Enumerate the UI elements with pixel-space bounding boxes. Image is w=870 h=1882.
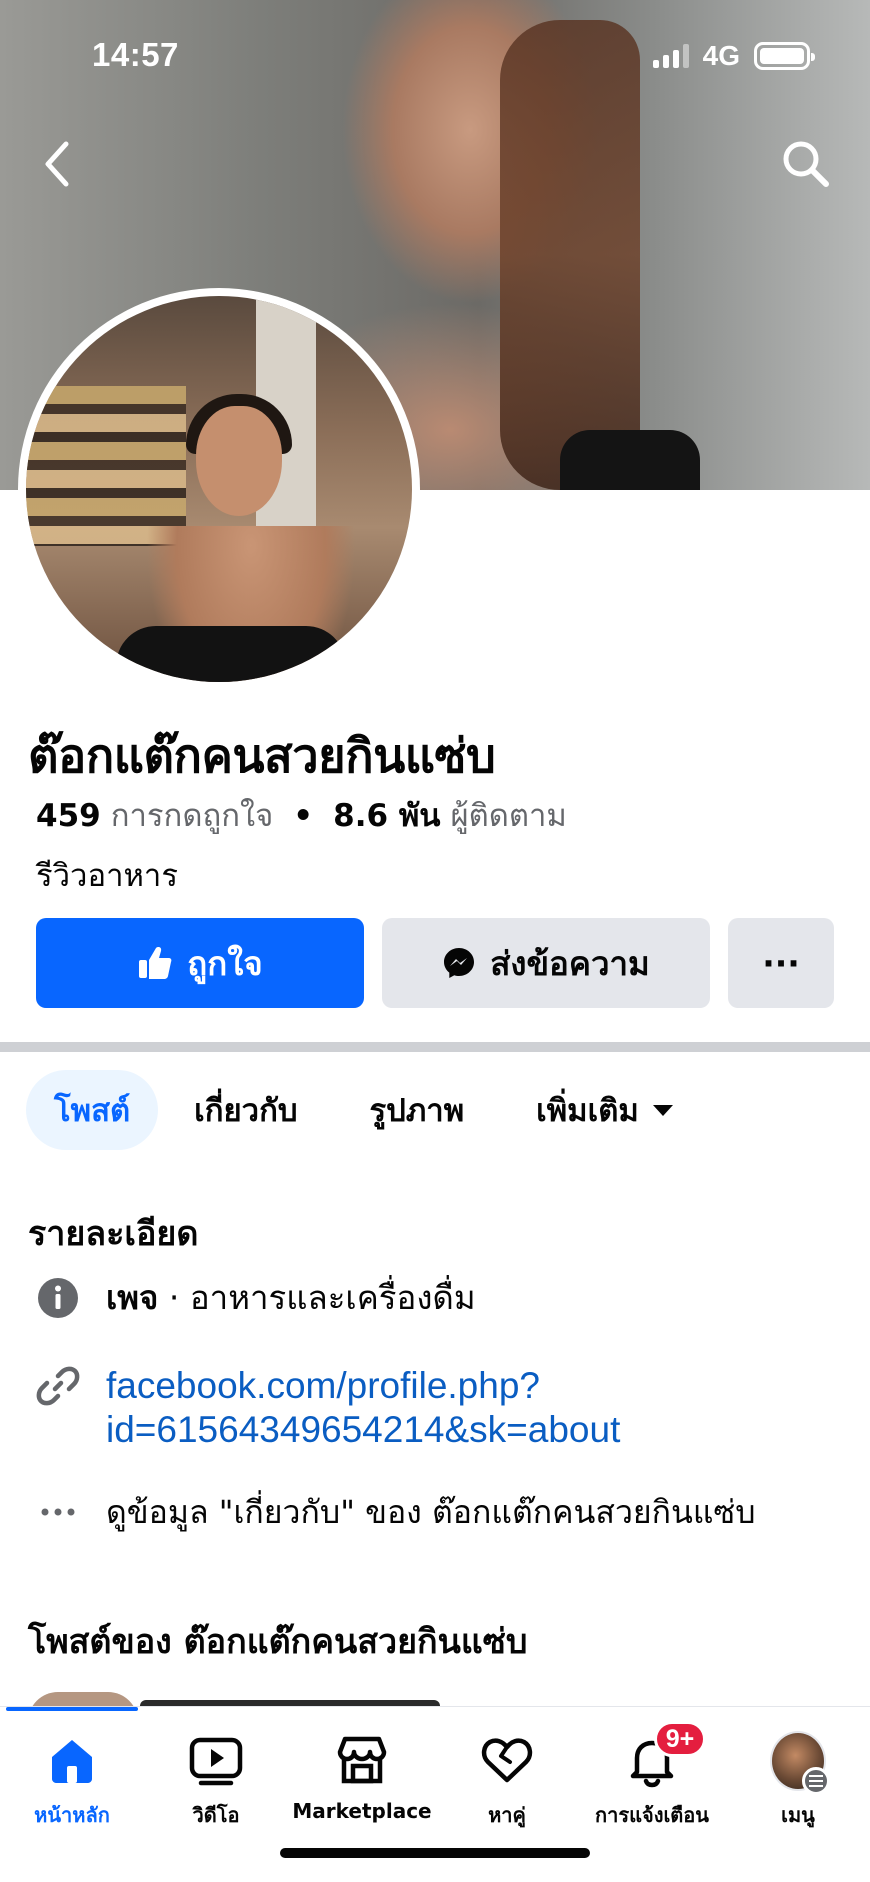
- more-options-icon: ···: [762, 943, 800, 983]
- message-button[interactable]: ส่งข้อความ: [382, 918, 710, 1008]
- link-icon: [36, 1364, 80, 1408]
- page-type-label: เพจ: [106, 1278, 159, 1317]
- see-about-text: ดูข้อมูล "เกี่ยวกับ" ของ ต๊อกแต๊กคนสวยกิ…: [106, 1493, 756, 1531]
- profile-photo: [26, 296, 412, 682]
- tab-posts-label: โพสต์: [54, 1093, 131, 1129]
- more-dots-icon: [36, 1490, 80, 1534]
- nav-menu-label: เมนู: [781, 1803, 815, 1827]
- action-buttons: ถูกใจ ส่งข้อความ ···: [36, 918, 834, 1008]
- detail-page-type: เพจ · อาหารและเครื่องดื่ม: [36, 1276, 476, 1320]
- messenger-icon: [444, 948, 475, 978]
- cover-dress-shape: [560, 430, 700, 490]
- website-link-line2[interactable]: id=61564349654214&sk=about: [106, 1408, 620, 1452]
- info-icon: [36, 1276, 80, 1320]
- separator-dot: •: [293, 798, 314, 834]
- status-indicators: 4G: [652, 40, 815, 72]
- profile-tabs: โพสต์ เกี่ยวกับ รูปภาพ เพิ่มเติม: [26, 1070, 701, 1150]
- profile-avatar[interactable]: [18, 288, 420, 690]
- status-time: 14:57: [92, 36, 179, 73]
- page-stats[interactable]: 459 การกดถูกใจ • 8.6 พัน ผู้ติดตาม: [36, 790, 567, 840]
- hamburger-icon: [802, 1767, 830, 1795]
- caret-down-icon: [652, 1104, 673, 1116]
- nav-notifications[interactable]: 9+ การแจ้งเตือน: [592, 1721, 712, 1831]
- nav-video-label: วิดีโอ: [192, 1803, 240, 1827]
- more-options-button[interactable]: ···: [728, 918, 834, 1008]
- website-link-line1[interactable]: facebook.com/profile.php?: [106, 1364, 620, 1408]
- active-tab-indicator: [6, 1707, 138, 1711]
- nav-dating[interactable]: หาคู่: [457, 1733, 557, 1831]
- menu-avatar: [770, 1731, 830, 1795]
- tab-photos-label: รูปภาพ: [369, 1093, 465, 1129]
- likes-label: การกดถูกใจ: [110, 798, 274, 834]
- nav-home-label: หน้าหลัก: [34, 1803, 110, 1827]
- message-button-label: ส่งข้อความ: [490, 943, 650, 983]
- likes-count: 459: [36, 798, 101, 834]
- cellular-signal-icon: [652, 44, 689, 68]
- search-icon[interactable]: [778, 136, 834, 192]
- details-title: รายละเอียด: [28, 1214, 199, 1254]
- tab-posts[interactable]: โพสต์: [26, 1070, 159, 1150]
- page-type-category: · อาหารและเครื่องดื่ม: [158, 1278, 476, 1317]
- nav-menu[interactable]: เมนู: [748, 1731, 848, 1831]
- nav-marketplace[interactable]: Marketplace: [292, 1733, 432, 1823]
- nav-notifications-label: การแจ้งเตือน: [595, 1803, 709, 1827]
- back-arrow-icon[interactable]: [36, 136, 80, 192]
- home-indicator: [280, 1848, 590, 1858]
- detail-website-link[interactable]: facebook.com/profile.php? id=61564349654…: [36, 1364, 620, 1452]
- tab-about-label: เกี่ยวกับ: [194, 1093, 298, 1129]
- posts-section-title: โพสต์ของ ต๊อกแต๊กคนสวยกินแซ่บ: [28, 1622, 528, 1662]
- followers-label: ผู้ติดตาม: [450, 798, 567, 834]
- like-button-label: ถูกใจ: [187, 943, 263, 983]
- tab-more[interactable]: เพิ่มเติม: [508, 1070, 701, 1150]
- followers-count: 8.6 พัน: [333, 798, 441, 834]
- nav-dating-label: หาคู่: [488, 1803, 526, 1827]
- dating-heart-icon: [479, 1733, 535, 1789]
- nav-video[interactable]: วิดีโอ: [166, 1733, 266, 1831]
- tab-photos[interactable]: รูปภาพ: [342, 1070, 493, 1150]
- page-title: ต๊อกแต๊กคนสวยกินแซ่บ: [28, 729, 496, 784]
- tab-about[interactable]: เกี่ยวกับ: [166, 1070, 325, 1150]
- bell-icon: 9+: [624, 1721, 706, 1789]
- nav-marketplace-label: Marketplace: [292, 1799, 432, 1823]
- thumbs-up-icon: [139, 947, 172, 979]
- nav-home[interactable]: หน้าหลัก: [22, 1733, 122, 1831]
- tab-more-label: เพิ่มเติม: [536, 1093, 639, 1129]
- marketplace-icon: [334, 1733, 390, 1789]
- page-category: รีวิวอาหาร: [36, 858, 178, 894]
- notification-badge: 9+: [654, 1721, 706, 1757]
- video-icon: [188, 1733, 244, 1789]
- like-button[interactable]: ถูกใจ: [36, 918, 364, 1008]
- home-icon: [44, 1733, 100, 1789]
- section-divider: [0, 1042, 870, 1052]
- network-type: 4G: [702, 40, 740, 71]
- status-bar: 14:57 4G: [0, 0, 870, 110]
- detail-see-about[interactable]: ดูข้อมูล "เกี่ยวกับ" ของ ต๊อกแต๊กคนสวยกิ…: [36, 1490, 756, 1534]
- battery-icon: [754, 42, 815, 70]
